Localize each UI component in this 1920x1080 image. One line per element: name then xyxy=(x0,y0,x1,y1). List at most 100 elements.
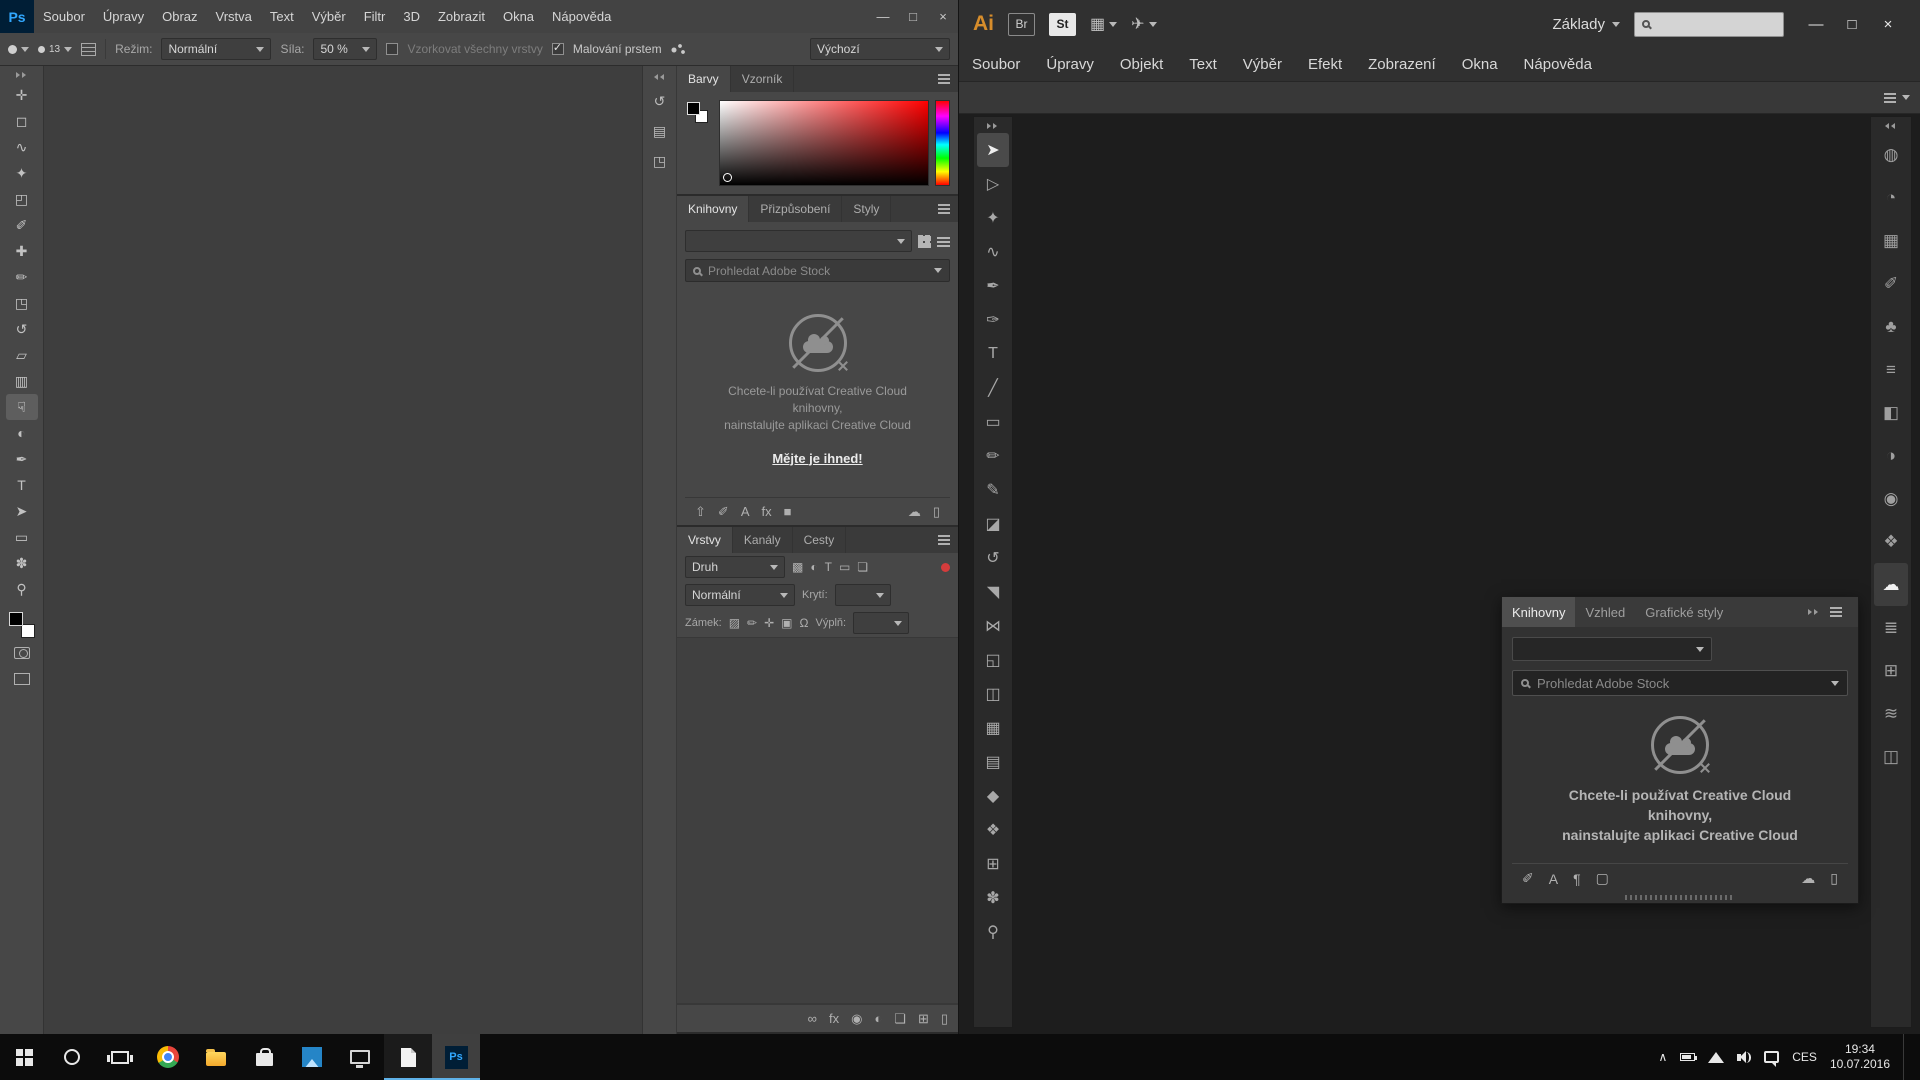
tab-kan-ly[interactable]: Kanály xyxy=(733,527,793,553)
ps-tool-hand[interactable]: ✽ xyxy=(6,550,38,576)
wifi-icon[interactable] xyxy=(1708,1052,1724,1063)
toolbar-collapse-icon[interactable] xyxy=(0,68,43,82)
lib-footer-icon-add-character-style[interactable]: A xyxy=(1549,871,1558,887)
document-app-button[interactable] xyxy=(384,1034,432,1080)
tab-barvy[interactable]: Barvy xyxy=(677,66,731,92)
ai-dock-icon-swatches[interactable]: ▦ xyxy=(1874,219,1908,262)
opacity-select[interactable] xyxy=(835,584,891,606)
ps-window-control-close[interactable]: × xyxy=(928,0,958,33)
ps-tool-rectangle[interactable]: ▭ xyxy=(6,524,38,550)
lib-footer-icon-delete[interactable]: ▯ xyxy=(933,504,940,520)
library-select[interactable] xyxy=(1512,637,1712,661)
lib-footer-icon-add-brush[interactable]: ✐ xyxy=(1522,870,1534,887)
ai-menu[interactable]: Okna xyxy=(1449,48,1511,81)
lock-icon-lock-pixels[interactable]: ✏ xyxy=(747,616,757,630)
action-center-icon[interactable] xyxy=(1764,1051,1779,1063)
system-app-button[interactable] xyxy=(336,1034,384,1080)
ai-tool-mesh[interactable]: ▦ xyxy=(977,711,1009,745)
tab-styly[interactable]: Styly xyxy=(842,196,891,222)
dock-collapse-icon[interactable] xyxy=(643,70,676,84)
ai-tool-pen[interactable]: ✒ xyxy=(977,269,1009,303)
layers-footer-icon-layer-effects[interactable]: fx xyxy=(829,1011,839,1026)
panel-menu-icon[interactable] xyxy=(938,208,950,210)
layers-footer-icon-layer-mask[interactable]: ◉ xyxy=(851,1011,862,1027)
lib-footer-icon-add-brush[interactable]: ✐ xyxy=(718,504,729,520)
ai-tool-gradient[interactable]: ▤ xyxy=(977,745,1009,779)
blend-mode-select[interactable]: Normální xyxy=(685,584,795,606)
battery-icon[interactable] xyxy=(1680,1053,1695,1061)
ps-tool-clone-stamp[interactable]: ◳ xyxy=(6,290,38,316)
task-view-button[interactable] xyxy=(96,1034,144,1080)
ps-tool-marquee[interactable]: ◻ xyxy=(6,108,38,134)
layer-filter-icon-filter-smart-objects[interactable]: ❏ xyxy=(857,560,868,574)
ps-tool-gradient[interactable]: ▥ xyxy=(6,368,38,394)
lock-icon-lock-artboard[interactable]: ▣ xyxy=(781,616,792,630)
ps-tool-eraser[interactable]: ▱ xyxy=(6,342,38,368)
ai-tool-shape-builder[interactable]: ◫ xyxy=(977,677,1009,711)
finger-painting-checkbox[interactable] xyxy=(552,43,564,55)
ps-tool-move[interactable]: ✛ xyxy=(6,82,38,108)
ai-menu[interactable]: Soubor xyxy=(959,48,1033,81)
ai-tool-free-transform[interactable]: ◱ xyxy=(977,643,1009,677)
lib-footer-icon-delete[interactable]: ▯ xyxy=(1830,870,1838,887)
bridge-button[interactable]: Br xyxy=(1008,13,1035,36)
ps-menu[interactable]: Soubor xyxy=(34,0,94,33)
layers-footer-icon-adjustment-layer[interactable]: ◐ xyxy=(874,1011,882,1026)
ps-tool-path-selection[interactable]: ➤ xyxy=(6,498,38,524)
lib-footer-icon-add-color[interactable]: ■ xyxy=(784,504,792,519)
ai-dock-icon-brushes[interactable]: ✐ xyxy=(1874,262,1908,305)
ai-dock-icon-color[interactable]: ◍ xyxy=(1874,133,1908,176)
ps-menu[interactable]: Vrstva xyxy=(207,0,261,33)
lib-footer-icon-add-color[interactable]: ▢ xyxy=(1596,870,1609,887)
ai-dock-icon-artboards[interactable]: ⊞ xyxy=(1874,649,1908,692)
ps-menu[interactable]: Text xyxy=(261,0,303,33)
ai-tool-paintbrush[interactable]: ✏ xyxy=(977,439,1009,473)
ps-menu[interactable]: Filtr xyxy=(355,0,395,33)
workspace-switcher[interactable]: Základy xyxy=(1552,16,1620,33)
lib-footer-icon-add-paragraph-style[interactable]: ¶ xyxy=(1573,871,1581,887)
tab-p-izp-soben[interactable]: Přizpůsobení xyxy=(749,196,842,222)
ai-dock-icon-symbols[interactable]: ♣ xyxy=(1874,305,1908,348)
store-button[interactable] xyxy=(240,1034,288,1080)
ai-tool-hand[interactable]: ✽ xyxy=(977,881,1009,915)
quick-mask-button[interactable] xyxy=(14,646,30,664)
ai-dock-icon-align[interactable]: ≋ xyxy=(1874,692,1908,735)
ps-tool-crop[interactable]: ◰ xyxy=(6,186,38,212)
strength-select[interactable]: 50 % xyxy=(313,38,377,60)
ps-menu[interactable]: 3D xyxy=(394,0,429,33)
panel-icon-properties[interactable]: ▤ xyxy=(647,118,673,144)
ps-menu[interactable]: Zobrazit xyxy=(429,0,494,33)
photoshop-taskbar-button[interactable]: Ps xyxy=(432,1034,480,1080)
brush-panel-toggle-icon[interactable] xyxy=(81,43,96,56)
grid-view-icon[interactable] xyxy=(918,235,931,248)
stock-button[interactable]: St xyxy=(1049,13,1076,36)
panel-collapse-icon[interactable] xyxy=(1808,609,1820,615)
ps-tool-spot-healing[interactable]: ✚ xyxy=(6,238,38,264)
chrome-button[interactable] xyxy=(144,1034,192,1080)
sample-all-layers-checkbox[interactable] xyxy=(386,43,398,55)
ps-tool-pen[interactable]: ✒ xyxy=(6,446,38,472)
ps-tool-brush[interactable]: ✏ xyxy=(6,264,38,290)
ai-dock-icon-pathfinder[interactable]: ◫ xyxy=(1874,735,1908,778)
layers-footer-icon-delete-layer[interactable]: ▯ xyxy=(941,1011,948,1027)
lock-icon-lock-transparency[interactable]: ▨ xyxy=(729,616,740,630)
layers-footer-icon-link-layers[interactable]: ∞ xyxy=(808,1011,817,1026)
tab-knihovny[interactable]: Knihovny xyxy=(677,196,749,222)
ps-menu[interactable]: Okna xyxy=(494,0,543,33)
ai-tool-zoom[interactable]: ⚲ xyxy=(977,915,1009,949)
ai-tool-type[interactable]: T xyxy=(977,337,1009,371)
panel-menu-icon[interactable] xyxy=(1830,611,1842,613)
ai-tool-magic-wand[interactable]: ✦ xyxy=(977,201,1009,235)
file-explorer-button[interactable] xyxy=(192,1034,240,1080)
tab-vzhled[interactable]: Vzhled xyxy=(1575,597,1635,627)
ai-tool-direct-selection[interactable]: ▷ xyxy=(977,167,1009,201)
layer-filter-icon-filter-pixel-layers[interactable]: ▩ xyxy=(792,560,803,574)
ai-menu[interactable]: Efekt xyxy=(1295,48,1355,81)
ai-tool-lasso[interactable]: ∿ xyxy=(977,235,1009,269)
ai-menu[interactable]: Nápověda xyxy=(1511,48,1605,81)
ps-tool-smudge[interactable]: ☟ xyxy=(6,394,38,420)
filter-toggle-icon[interactable] xyxy=(941,563,950,572)
titlebar-icon-share[interactable]: ✈ xyxy=(1131,14,1156,34)
volume-icon[interactable] xyxy=(1737,1052,1751,1063)
ai-tool-artboard[interactable]: ⊞ xyxy=(977,847,1009,881)
